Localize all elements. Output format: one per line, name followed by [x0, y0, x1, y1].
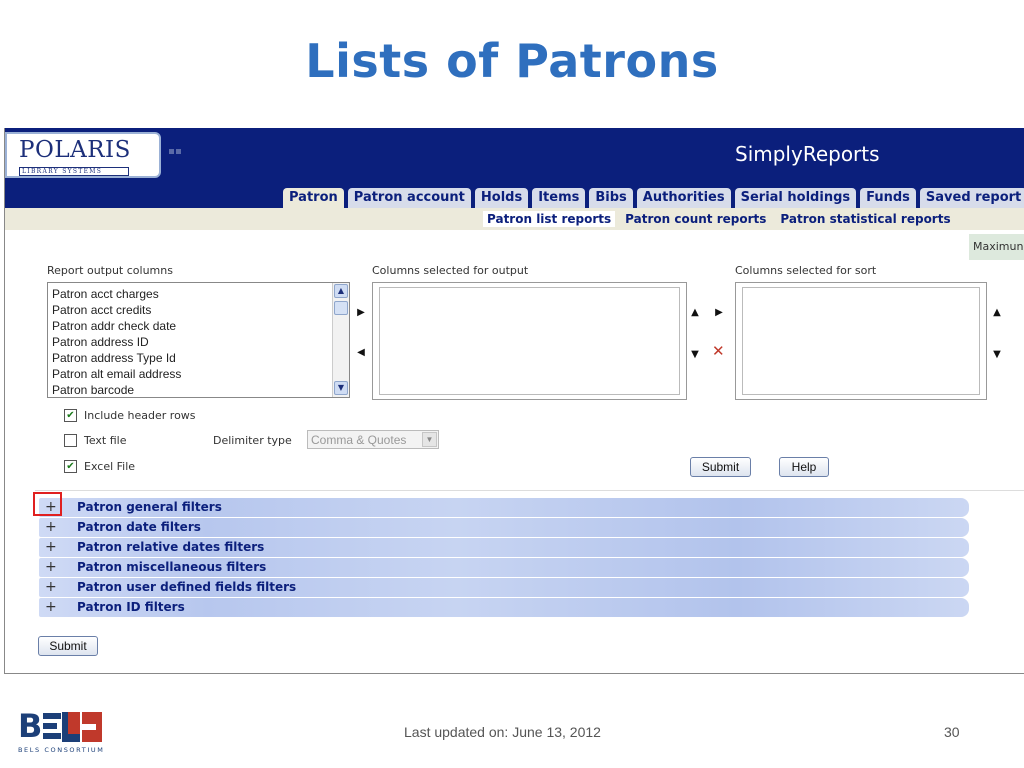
bels-logo: B BELS CONSORTIUM [18, 708, 118, 758]
scroll-thumb[interactable] [334, 301, 348, 315]
delimiter-type-label: Delimiter type [213, 434, 292, 447]
submit-bottom-button[interactable]: Submit [38, 636, 98, 656]
remove-column-arrow-icon[interactable]: ◀ [355, 346, 367, 360]
tab-patron-account[interactable]: Patron account [347, 188, 471, 208]
help-button[interactable]: Help [779, 457, 829, 477]
columns-output-box[interactable] [372, 282, 687, 400]
scroll-down-icon[interactable]: ▼ [334, 381, 348, 395]
list-item[interactable]: Patron acct charges [52, 286, 181, 302]
maximum-label: Maximun [969, 234, 1024, 260]
filter-panel-label: Patron general filters [77, 500, 222, 514]
footer-date: Last updated on: June 13, 2012 [404, 724, 601, 740]
subtab-patron-count-reports[interactable]: Patron count reports [621, 211, 770, 227]
remove-sort-x-icon[interactable]: ✕ [712, 344, 725, 359]
logo-dots-decoration [169, 149, 181, 154]
main-tabs: Patron Patron account Holds Items Bibs A… [283, 188, 1024, 208]
top-header-bar: POLARIS LIBRARY SYSTEMS SimplyReports Pa… [5, 128, 1024, 208]
add-column-arrow-icon[interactable]: ▶ [355, 306, 367, 320]
sub-tab-bar: Patron list reports Patron count reports… [5, 208, 1024, 230]
filter-panel-patron-user-defined[interactable]: + Patron user defined fields filters [39, 578, 969, 597]
text-file-checkbox[interactable] [64, 434, 77, 447]
subtab-patron-list-reports[interactable]: Patron list reports [483, 211, 616, 227]
columns-output-label: Columns selected for output [372, 264, 529, 277]
list-item[interactable]: Patron barcode [52, 382, 181, 398]
excel-file-label: Excel File [84, 460, 136, 473]
add-sort-arrow-icon[interactable]: ▶ [713, 306, 725, 320]
tab-funds[interactable]: Funds [860, 188, 916, 208]
filter-panel-label: Patron ID filters [77, 600, 185, 614]
columns-sort-label: Columns selected for sort [735, 264, 877, 277]
page-number: 30 [944, 724, 960, 740]
tab-items[interactable]: Items [532, 188, 586, 208]
polaris-logo-subtext: LIBRARY SYSTEMS [19, 167, 129, 176]
list-item[interactable]: Patron address Type Id [52, 350, 181, 366]
expand-plus-icon[interactable]: + [45, 538, 57, 557]
excel-file-checkbox[interactable]: ✔ [64, 460, 77, 473]
filter-panel-label: Patron relative dates filters [77, 540, 265, 554]
polaris-logo: POLARIS LIBRARY SYSTEMS [5, 132, 161, 178]
subtab-patron-statistical-reports[interactable]: Patron statistical reports [776, 211, 954, 227]
filter-panel-patron-date[interactable]: + Patron date filters [39, 518, 969, 537]
app-title: SimplyReports [735, 142, 880, 166]
scroll-up-icon[interactable]: ▲ [334, 284, 348, 298]
delimiter-type-value: Comma & Quotes [311, 433, 407, 447]
move-down-icon[interactable]: ▼ [689, 348, 701, 362]
delimiter-type-select[interactable]: Comma & Quotes ▼ [307, 430, 439, 449]
filter-panel-label: Patron user defined fields filters [77, 580, 297, 594]
filter-panel-patron-relative-dates[interactable]: + Patron relative dates filters [39, 538, 969, 557]
include-header-checkbox[interactable]: ✔ [64, 409, 77, 422]
include-header-label: Include header rows [84, 409, 196, 422]
expand-plus-icon[interactable]: + [45, 578, 57, 597]
tab-patron[interactable]: Patron [283, 188, 344, 208]
filter-panel-patron-id[interactable]: + Patron ID filters [39, 598, 969, 617]
sort-move-up-icon[interactable]: ▲ [991, 306, 1003, 320]
move-up-icon[interactable]: ▲ [689, 306, 701, 320]
tab-saved-reports[interactable]: Saved report [919, 188, 1024, 208]
submit-button[interactable]: Submit [690, 457, 751, 477]
list-item[interactable]: Patron acct credits [52, 302, 181, 318]
bels-logo-caption: BELS CONSORTIUM [18, 746, 105, 754]
highlight-box [33, 492, 62, 516]
chevron-down-icon[interactable]: ▼ [422, 432, 437, 447]
tab-holds[interactable]: Holds [474, 188, 529, 208]
bels-logo-mark: B [18, 708, 118, 742]
tab-serial-holdings[interactable]: Serial holdings [734, 188, 857, 208]
text-file-label: Text file [84, 434, 127, 447]
filter-panels: + Patron general filters + Patron date f… [39, 498, 969, 618]
report-output-columns-list[interactable]: Patron acct charges Patron acct credits … [47, 282, 350, 398]
polaris-logo-text: POLARIS [19, 137, 131, 163]
slide-title: Lists of Patrons [305, 34, 719, 88]
filter-panel-patron-general[interactable]: + Patron general filters [39, 498, 969, 517]
section-divider [35, 490, 1024, 491]
tab-authorities[interactable]: Authorities [636, 188, 731, 208]
list-item[interactable]: Patron address ID [52, 334, 181, 350]
expand-plus-icon[interactable]: + [45, 558, 57, 577]
expand-plus-icon[interactable]: + [45, 518, 57, 537]
list-item[interactable]: Patron addr check date [52, 318, 181, 334]
filter-panel-label: Patron date filters [77, 520, 201, 534]
filter-panel-patron-miscellaneous[interactable]: + Patron miscellaneous filters [39, 558, 969, 577]
report-output-columns-label: Report output columns [47, 264, 173, 277]
list-scrollbar[interactable]: ▲ ▼ [332, 283, 349, 397]
expand-plus-icon[interactable]: + [45, 598, 57, 617]
columns-sort-box[interactable] [735, 282, 987, 400]
sort-move-down-icon[interactable]: ▼ [991, 348, 1003, 362]
tab-bibs[interactable]: Bibs [589, 188, 633, 208]
simplyreports-window: POLARIS LIBRARY SYSTEMS SimplyReports Pa… [4, 128, 1024, 674]
list-item[interactable]: Patron alt email address [52, 366, 181, 382]
filter-panel-label: Patron miscellaneous filters [77, 560, 267, 574]
